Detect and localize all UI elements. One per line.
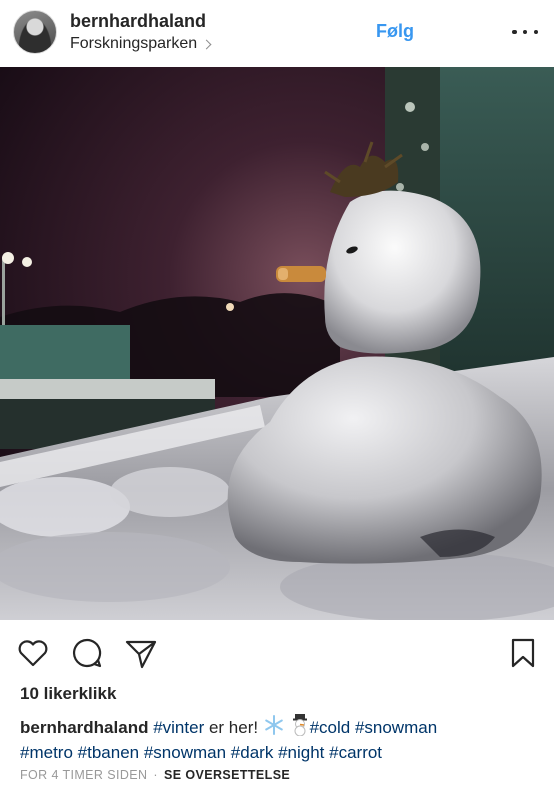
hashtag[interactable]: #night bbox=[278, 743, 324, 762]
caption-text: er her! bbox=[204, 718, 263, 737]
hashtag[interactable]: #carrot bbox=[329, 743, 382, 762]
hashtag[interactable]: #snowman bbox=[355, 718, 437, 737]
hashtag[interactable]: #cold bbox=[310, 718, 351, 737]
heart-icon[interactable] bbox=[16, 636, 50, 670]
hashtag[interactable]: #tbanen bbox=[78, 743, 139, 762]
post-username[interactable]: bernhardhaland bbox=[70, 11, 206, 32]
hashtag[interactable]: #snowman bbox=[144, 743, 226, 762]
caption-username[interactable]: bernhardhaland bbox=[20, 718, 148, 737]
post-header: bernhardhaland Forskningsparken Følg bbox=[0, 0, 554, 66]
post-meta: FOR 4 TIMER SIDEN · SE OVERSETTELSE bbox=[20, 768, 290, 782]
location-label: Forskningsparken bbox=[70, 35, 198, 52]
hashtag[interactable]: #dark bbox=[231, 743, 274, 762]
post-location[interactable]: Forskningsparken bbox=[70, 35, 212, 53]
see-translation-button[interactable]: SE OVERSETTELSE bbox=[164, 768, 290, 782]
more-options-icon[interactable] bbox=[512, 22, 538, 42]
paper-plane-icon[interactable] bbox=[124, 636, 158, 670]
bookmark-icon[interactable] bbox=[506, 636, 540, 670]
follow-button[interactable]: Følg bbox=[376, 21, 414, 42]
hashtag[interactable]: #metro bbox=[20, 743, 73, 762]
post-caption: bernhardhaland #vinter er her! #cold #sn… bbox=[20, 714, 540, 764]
timestamp: FOR 4 TIMER SIDEN bbox=[20, 768, 148, 782]
likes-count[interactable]: 10 likerklikk bbox=[20, 684, 116, 704]
separator: · bbox=[153, 768, 158, 782]
post-photo[interactable] bbox=[0, 67, 554, 620]
action-bar bbox=[0, 628, 554, 676]
snowman-emoji bbox=[290, 714, 310, 742]
hashtag[interactable]: #vinter bbox=[153, 718, 204, 737]
chevron-right-icon bbox=[201, 39, 212, 50]
snowflake-emoji bbox=[263, 714, 285, 742]
comment-icon[interactable] bbox=[70, 636, 104, 670]
profile-avatar[interactable] bbox=[13, 10, 57, 54]
